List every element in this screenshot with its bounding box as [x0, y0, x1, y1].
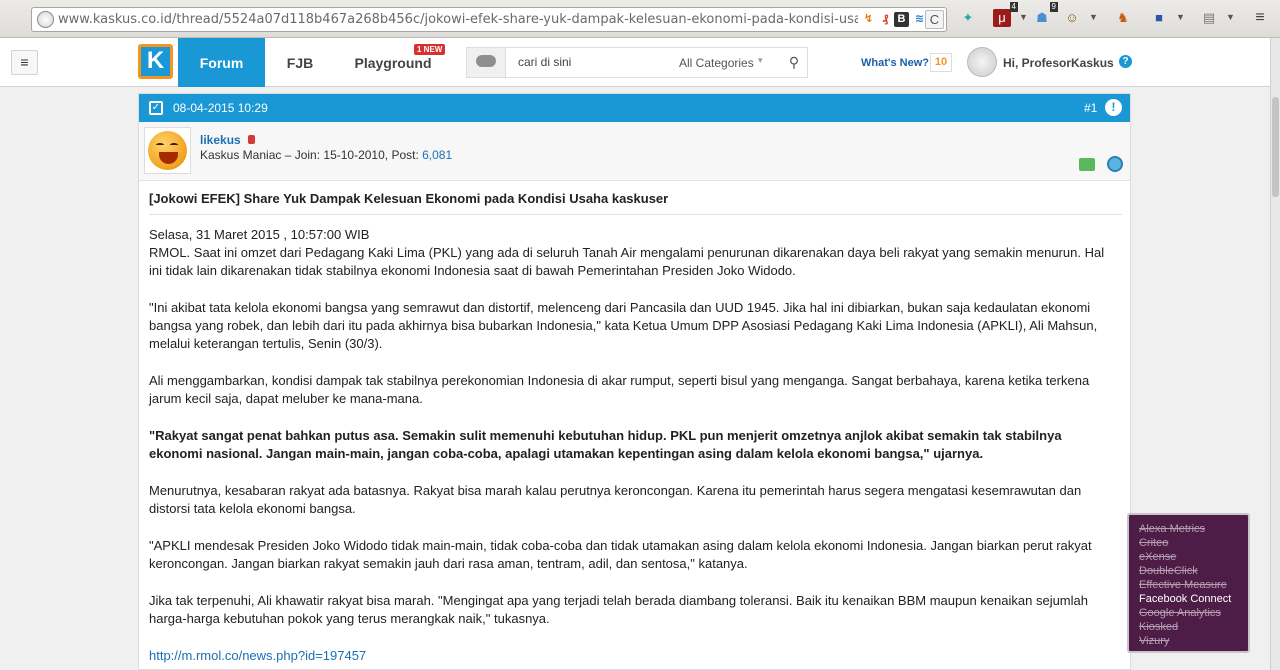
feed-icon[interactable]: ↯ [861, 12, 876, 27]
cow-icon[interactable]: ♞ [1114, 9, 1132, 27]
scroll-thumb[interactable] [1272, 97, 1279, 197]
search-icon[interactable]: ⚲ [781, 48, 807, 77]
checkbox-icon[interactable]: ✓ [149, 101, 163, 115]
chevron-down-icon[interactable]: ▾ [758, 55, 763, 66]
ublock-icon[interactable]: μ4 [993, 2, 1018, 27]
chevron-down-icon[interactable]: ▼ [1019, 12, 1028, 22]
ghost-icon[interactable]: ☗ 9 [1033, 2, 1058, 27]
avatar[interactable] [967, 47, 997, 77]
tracker-item[interactable]: Alexa Metrics [1139, 522, 1248, 536]
site-header: ≡ K Forum FJB Playground 1 NEW cari di s… [0, 38, 1270, 87]
book-icon[interactable] [1079, 158, 1095, 171]
notification-count[interactable]: 10 [930, 53, 952, 72]
post-paragraph: RMOL. Saat ini omzet dari Pedagang Kaki … [149, 245, 1105, 278]
tracker-item[interactable]: eXense [1139, 550, 1248, 564]
url-text[interactable]: www.kaskus.co.id/thread/5524a07d118b467a… [58, 12, 858, 27]
save-icon[interactable]: ■ [1150, 9, 1168, 27]
post-paragraph: Menurutnya, kesabaran rakyat ada batasny… [149, 483, 1082, 516]
author-info: likekus Kaskus Maniac – Join: 15-10-2010… [139, 122, 1130, 181]
bookmark-b-icon[interactable]: B [894, 12, 909, 27]
browser-toolbar: www.kaskus.co.id/thread/5524a07d118b467a… [0, 0, 1280, 38]
tracker-item[interactable]: Kiosked [1139, 620, 1248, 634]
translate-icon[interactable]: ₰ [878, 12, 893, 27]
post-header: ✓ 08-04-2015 10:29 #1 ! [139, 94, 1130, 122]
whats-new-link[interactable]: What's New? [861, 57, 929, 69]
new-badge: 1 NEW [414, 44, 446, 55]
chevron-down-icon[interactable]: ▼ [1176, 12, 1185, 22]
kaskus-logo[interactable]: K [138, 44, 173, 79]
tracker-item[interactable]: Criteo [1139, 536, 1248, 550]
user-greeting[interactable]: Hi, ProfesorKaskus [1003, 56, 1114, 70]
chevron-down-icon[interactable]: ▼ [1226, 12, 1235, 22]
search-bar: cari di sini All Categories ▾ ⚲ [466, 47, 808, 78]
post-paragraph: "APKLI mendesak Presiden Joko Widodo tid… [149, 538, 1092, 571]
toolbar-icon[interactable]: ▤ [1200, 9, 1218, 27]
search-input[interactable]: cari di sini All Categories ▾ [505, 48, 782, 77]
post-title: [Jokowi EFEK] Share Yuk Dampak Kelesuan … [149, 191, 669, 206]
tab-forum[interactable]: Forum [178, 38, 265, 87]
post-paragraph: "Ini akibat tata kelola ekonomi bangsa y… [149, 300, 1098, 351]
post-number[interactable]: #1 [1084, 101, 1097, 115]
tracker-popup: Alexa Metrics Criteo eXense DoubleClick … [1127, 513, 1250, 653]
extension-icon[interactable]: ✦ [959, 9, 977, 27]
tracker-item[interactable]: Vizury [1139, 634, 1248, 648]
search-placeholder: cari di sini [518, 55, 572, 69]
chevron-down-icon[interactable]: ▼ [1089, 12, 1098, 22]
url-bar[interactable]: www.kaskus.co.id/thread/5524a07d118b467a… [31, 7, 947, 32]
thread-post: ✓ 08-04-2015 10:29 #1 ! likekus Kaskus M… [138, 93, 1131, 670]
logo-letter: K [141, 47, 170, 76]
laughing-face-icon [148, 131, 187, 170]
globe-icon [37, 11, 54, 28]
tracker-item[interactable]: DoubleClick [1139, 564, 1248, 578]
post-paragraph: Selasa, 31 Maret 2015 , 10:57:00 WIB [149, 227, 370, 242]
report-icon[interactable]: ! [1105, 99, 1122, 116]
post-date: 08-04-2015 10:29 [173, 101, 268, 115]
author-name[interactable]: likekus [200, 133, 241, 147]
menu-icon[interactable]: ≡ [1251, 9, 1269, 27]
tracker-item[interactable]: Facebook Connect [1139, 592, 1248, 606]
author-avatar[interactable] [144, 127, 191, 174]
tab-fjb[interactable]: FJB [265, 38, 335, 87]
tracker-item[interactable]: Google Analytics [1139, 606, 1248, 620]
tracker-item[interactable]: Effective Measure [1139, 578, 1248, 592]
status-icon [248, 135, 255, 144]
scrollbar[interactable] [1270, 38, 1280, 670]
reload-icon[interactable]: C [925, 10, 944, 29]
post-paragraph: Ali menggambarkan, kondisi dampak tak st… [149, 373, 1090, 406]
monkey-icon[interactable]: ☺ [1063, 9, 1081, 27]
emoticon-icon[interactable] [1107, 156, 1123, 172]
post-paragraph: Jika tak terpenuhi, Ali khawatir rakyat … [149, 593, 1088, 626]
cloud-icon[interactable] [476, 55, 496, 67]
divider [149, 214, 1122, 215]
post-paragraph: "Rakyat sangat penat bahkan putus asa. S… [149, 428, 1062, 461]
author-meta: Kaskus Maniac – Join: 15-10-2010, Post: … [200, 148, 453, 162]
post-count-link[interactable]: 6,081 [422, 148, 452, 162]
hamburger-menu-button[interactable]: ≡ [11, 50, 38, 75]
help-icon[interactable]: ? [1119, 55, 1132, 68]
source-link[interactable]: http://m.rmol.co/news.php?id=197457 [149, 647, 1115, 665]
category-select[interactable]: All Categories [679, 56, 754, 70]
